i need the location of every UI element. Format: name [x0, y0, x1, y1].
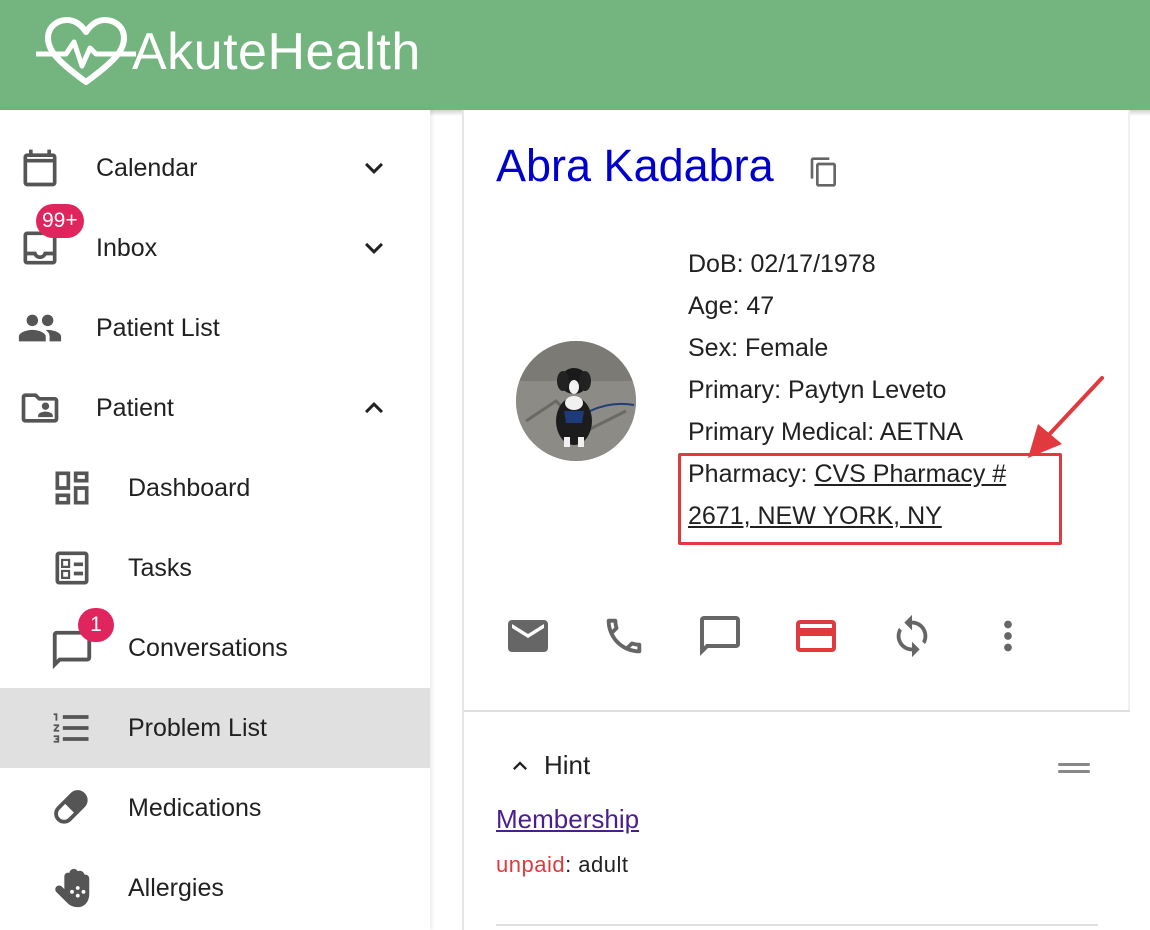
card-border: [1128, 110, 1130, 710]
sidebar-item-label: Problem List: [128, 713, 267, 742]
patient-sex: Sex: Female: [688, 334, 829, 362]
section-divider: [464, 710, 1130, 712]
sidebar-item-label: Tasks: [128, 553, 192, 582]
sidebar-item-patient[interactable]: Patient: [0, 368, 430, 448]
sidebar-item-allergies[interactable]: Allergies: [0, 848, 430, 928]
sidebar-item-patient-list[interactable]: Patient List: [0, 288, 430, 368]
unpaid-status: unpaid: [496, 852, 566, 877]
phone-icon[interactable]: [600, 612, 648, 660]
membership-link[interactable]: Membership: [496, 804, 639, 835]
sidebar-item-inbox[interactable]: 99+ Inbox: [0, 204, 430, 288]
numbered-list-icon: [48, 704, 96, 752]
chevron-down-icon[interactable]: [356, 150, 392, 186]
sidebar-item-problem-list[interactable]: Problem List: [0, 688, 430, 768]
drag-handle-icon[interactable]: [1058, 760, 1090, 776]
chevron-up-icon[interactable]: [506, 752, 534, 780]
tasks-icon: [48, 544, 96, 592]
inbox-badge: 99+: [36, 204, 84, 238]
patient-primary-medical: Primary Medical: AETNA: [688, 418, 964, 446]
chevron-down-icon[interactable]: [356, 230, 392, 266]
hand-icon: [48, 864, 96, 912]
copy-icon[interactable]: [808, 156, 840, 188]
sidebar-item-label: Medications: [128, 793, 262, 822]
membership-type: : adult: [565, 852, 629, 877]
pharmacy-highlight-box: [678, 453, 1062, 545]
logo-text: AkuteHealth: [132, 23, 421, 81]
dog-photo-icon: [516, 341, 636, 461]
email-icon[interactable]: [504, 612, 552, 660]
heart-pulse-logo-icon: [36, 17, 136, 85]
sidebar-item-tasks[interactable]: Tasks: [0, 528, 430, 608]
chevron-up-icon[interactable]: [356, 390, 392, 426]
hint-divider: [496, 924, 1098, 926]
sidebar-item-conversations[interactable]: 1 Conversations: [0, 608, 430, 688]
sidebar-item-label: Patient: [96, 393, 174, 422]
message-icon[interactable]: [696, 612, 744, 660]
sidebar-item-calendar[interactable]: Calendar: [0, 128, 430, 208]
app-logo[interactable]: AkuteHealth: [36, 12, 421, 92]
patient-age: Age: 47: [688, 292, 775, 320]
membership-status: unpaid: adult: [496, 852, 629, 878]
conversations-badge: 1: [78, 608, 114, 642]
credit-card-icon[interactable]: [792, 612, 840, 660]
more-vert-icon[interactable]: [984, 612, 1032, 660]
patient-avatar[interactable]: [516, 341, 636, 461]
sync-icon[interactable]: [888, 612, 936, 660]
patient-primary: Primary: Paytyn Leveto: [688, 376, 947, 404]
annotation-arrow-icon: [1028, 376, 1104, 458]
sidebar-item-label: Allergies: [128, 873, 224, 902]
folder-person-icon: [16, 384, 64, 432]
patient-dob: DoB: 02/17/1978: [688, 250, 876, 278]
pill-icon: [48, 784, 96, 832]
app-header: AkuteHealth: [0, 0, 1150, 110]
sidebar-item-label: Calendar: [96, 153, 198, 182]
sidebar-item-label: Conversations: [128, 633, 288, 662]
calendar-icon: [16, 144, 64, 192]
sidebar-item-medications[interactable]: Medications: [0, 768, 430, 848]
sidebar-item-label: Inbox: [96, 233, 158, 262]
hint-section-title[interactable]: Hint: [544, 750, 590, 781]
sidebar-item-label: Dashboard: [128, 473, 251, 502]
people-icon: [16, 304, 64, 352]
sidebar-item-label: Patient List: [96, 313, 220, 342]
patient-name[interactable]: Abra Kadabra: [496, 140, 774, 192]
dashboard-icon: [48, 464, 96, 512]
sidebar-item-dashboard[interactable]: Dashboard: [0, 448, 430, 528]
